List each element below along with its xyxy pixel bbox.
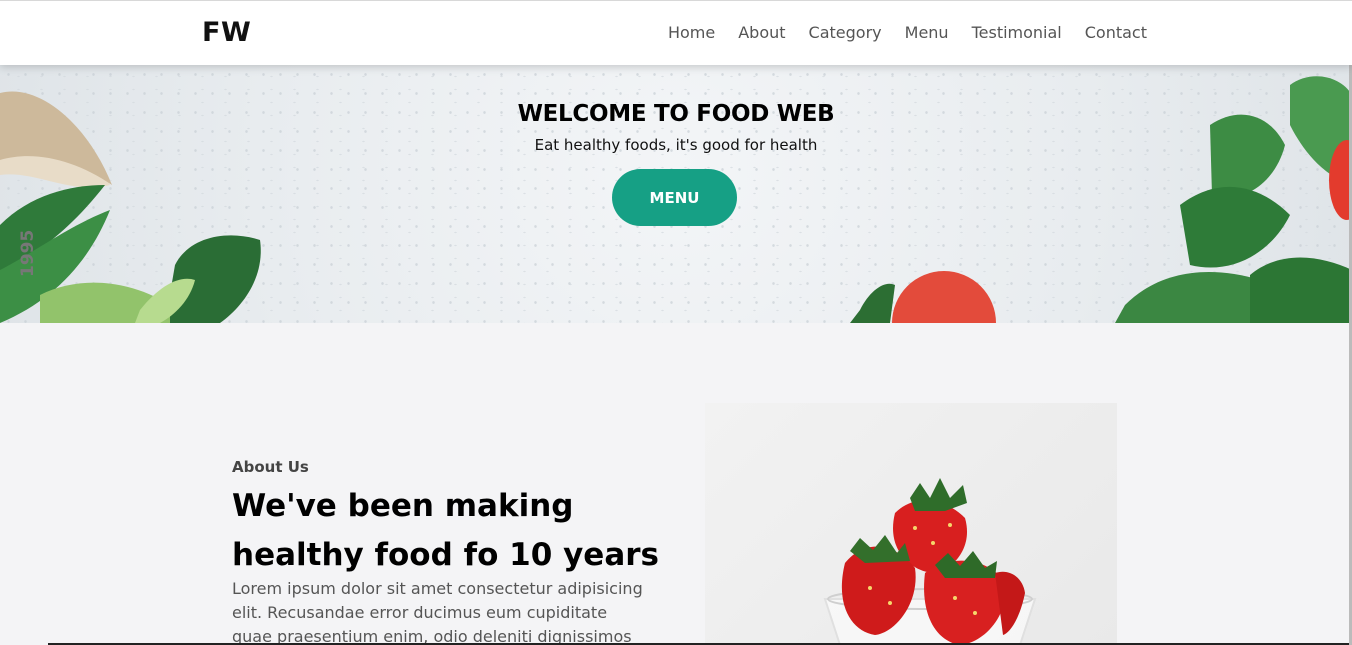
strawberry-image [705, 403, 1117, 645]
hero-subtitle: Eat healthy foods, it's good for health [534, 136, 818, 154]
strawberry-illustration [823, 478, 1037, 645]
nav-about[interactable]: About [738, 23, 785, 42]
site-header: FW Home About Category Menu Testimonial … [0, 0, 1352, 65]
about-heading: We've been making healthy food fo 10 yea… [232, 488, 659, 573]
about-label: About Us [232, 458, 309, 476]
nav-contact[interactable]: Contact [1085, 23, 1147, 42]
nav-category[interactable]: Category [809, 23, 882, 42]
site-logo[interactable]: FW [202, 17, 251, 48]
nav-menu[interactable]: Menu [905, 23, 949, 42]
hero-title: WELCOME TO FOOD WEB [517, 101, 835, 127]
about-description: Lorem ipsum dolor sit amet consectetur a… [232, 579, 643, 645]
menu-button[interactable]: MENU [612, 169, 737, 226]
watermark-text: 1995 [18, 229, 38, 277]
hero-banner: 1995 WELCOME TO FOOD WEB Eat healthy foo… [0, 65, 1352, 323]
nav-testimonial[interactable]: Testimonial [972, 23, 1062, 42]
nav-home[interactable]: Home [668, 23, 715, 42]
main-navigation: Home About Category Menu Testimonial Con… [668, 23, 1147, 42]
